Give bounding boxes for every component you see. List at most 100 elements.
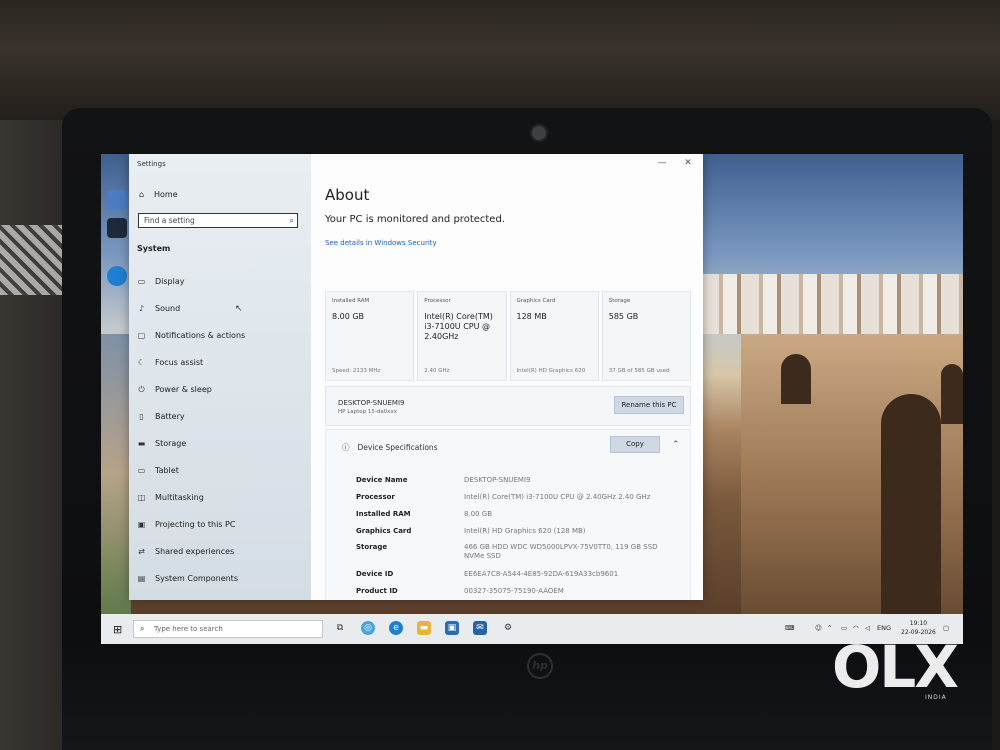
processor-card: Processor Intel(R) Core(TM) i3-7100U CPU… bbox=[417, 291, 507, 381]
sidebar-item-label: Power & sleep bbox=[155, 384, 212, 394]
mail-icon[interactable]: ✉ bbox=[473, 621, 487, 635]
file-explorer-icon[interactable]: ▬ bbox=[417, 621, 431, 635]
nav-home[interactable]: ⌂ Home bbox=[137, 190, 178, 199]
spec-row: Device Name DESKTOP-SNUEMI9 bbox=[356, 476, 674, 485]
nav-home-label: Home bbox=[154, 190, 178, 199]
settings-gear-icon[interactable]: ⚙ bbox=[501, 621, 515, 635]
focus-assist-icon: ☾ bbox=[137, 357, 146, 367]
spec-row: Product ID 00327-35075-75190-AAOEM bbox=[356, 587, 674, 596]
projecting-icon: ▣ bbox=[137, 519, 146, 529]
battery-tray-icon[interactable]: ▭ bbox=[841, 624, 847, 632]
sidebar-item-sound[interactable]: ♪ Sound bbox=[137, 301, 180, 315]
desktop-shortcut-icon[interactable] bbox=[107, 190, 127, 210]
spec-cards: Installed RAM 8.00 GB Speed: 2133 MHz Pr… bbox=[325, 291, 691, 381]
battery-icon: ▯ bbox=[139, 411, 144, 421]
spec-key: Processor bbox=[356, 493, 395, 501]
hp-logo: hp bbox=[527, 653, 553, 679]
sidebar-item-battery[interactable]: ▯ Battery bbox=[137, 409, 185, 423]
device-model: HP Laptop 15-da0xxx bbox=[338, 409, 397, 415]
spec-value: EE6EA7C8-A544-4E85-92DA-619A33cb9601 bbox=[464, 570, 619, 578]
storage-icon: ▬ bbox=[137, 438, 146, 448]
taskbar-search-input[interactable]: ⌕ Type here to search bbox=[133, 620, 323, 638]
card-footer: Speed: 2133 MHz bbox=[332, 368, 381, 374]
sidebar-item-notifications[interactable]: ▢ Notifications & actions bbox=[137, 328, 245, 342]
keyboard-icon[interactable]: ⌨ bbox=[785, 624, 794, 632]
close-icon[interactable]: ✕ bbox=[681, 158, 695, 168]
wallpaper-town bbox=[701, 274, 963, 334]
people-icon[interactable]: ☺ bbox=[815, 624, 822, 632]
spec-row: Processor Intel(R) Core(TM) i3-7100U CPU… bbox=[356, 493, 674, 502]
notification-center-icon[interactable]: ▢ bbox=[943, 624, 949, 632]
spec-key: Graphics Card bbox=[356, 527, 412, 535]
chevron-up-icon[interactable]: ⌃ bbox=[672, 440, 680, 450]
specs-heading: Device Specifications bbox=[357, 443, 438, 452]
sidebar-item-focus-assist[interactable]: ☾ Focus assist bbox=[137, 355, 203, 369]
sidebar-item-label: Focus assist bbox=[155, 357, 204, 367]
cortana-icon[interactable]: ◎ bbox=[361, 621, 375, 635]
copy-button[interactable]: Copy bbox=[610, 436, 660, 453]
rename-pc-button[interactable]: Rename this PC bbox=[614, 396, 684, 414]
sidebar-item-system-components[interactable]: ▤ System Components bbox=[137, 571, 238, 585]
spec-value: Intel(R) Core(TM) i3-7100U CPU @ 2.40GHz… bbox=[464, 493, 651, 501]
device-name-box: DESKTOP-SNUEMI9 HP Laptop 15-da0xxx Rena… bbox=[325, 386, 691, 426]
edge-browser-icon[interactable] bbox=[107, 266, 127, 286]
device-name: DESKTOP-SNUEMI9 bbox=[338, 399, 405, 407]
language-indicator[interactable]: ENG bbox=[877, 624, 891, 632]
spec-key: Storage bbox=[356, 543, 388, 551]
sidebar-item-shared-experiences[interactable]: ⇄ Shared experiences bbox=[137, 544, 234, 558]
sidebar-item-label: Multitasking bbox=[155, 492, 204, 502]
card-label: Graphics Card bbox=[516, 298, 556, 304]
sidebar-item-label: Storage bbox=[155, 438, 187, 448]
windows-security-link[interactable]: See details in Windows Security bbox=[325, 239, 437, 247]
ram-card: Installed RAM 8.00 GB Speed: 2133 MHz bbox=[325, 291, 415, 381]
taskbar-search-placeholder: Type here to search bbox=[154, 625, 223, 633]
spec-row: Installed RAM 8.00 GB bbox=[356, 510, 674, 519]
sidebar-item-label: System Components bbox=[155, 573, 238, 583]
sidebar-item-tablet[interactable]: ▭ Tablet bbox=[137, 463, 179, 477]
sidebar-item-label: Battery bbox=[155, 411, 185, 421]
home-icon: ⌂ bbox=[138, 190, 145, 199]
windows-start-icon[interactable]: ⊞ bbox=[113, 623, 122, 636]
sidebar-item-label: Projecting to this PC bbox=[155, 519, 236, 529]
specs-header[interactable]: ⓘ Device Specifications bbox=[342, 442, 438, 453]
settings-sidebar: Settings ⌂ Home Find a setting ⌕ System … bbox=[129, 154, 311, 600]
sidebar-item-multitasking[interactable]: ◫ Multitasking bbox=[137, 490, 204, 504]
sidebar-item-projecting[interactable]: ▣ Projecting to this PC bbox=[137, 517, 236, 531]
wallpaper-bridge bbox=[741, 334, 963, 614]
search-icon: ⌕ bbox=[289, 216, 294, 225]
spec-row: Storage 466 GB HDD WDC WD5000LPVX-75V0TT… bbox=[356, 543, 674, 561]
edge-icon[interactable]: e bbox=[389, 621, 403, 635]
sidebar-item-power-sleep[interactable]: ⏻ Power & sleep bbox=[137, 382, 212, 396]
card-label: Storage bbox=[608, 298, 631, 304]
storage-card: Storage 585 GB 37 GB of 585 GB used bbox=[601, 291, 691, 381]
store-icon[interactable]: ▣ bbox=[445, 621, 459, 635]
chevron-up-icon[interactable]: ⌃ bbox=[827, 624, 832, 632]
card-footer: 2.40 GHz bbox=[424, 368, 450, 374]
system-components-icon: ▤ bbox=[137, 573, 146, 583]
task-view-icon[interactable]: ⧉ bbox=[333, 621, 347, 635]
volume-icon[interactable]: ◁ bbox=[865, 624, 870, 632]
sidebar-item-storage[interactable]: ▬ Storage bbox=[137, 436, 187, 450]
device-specifications: ⓘ Device Specifications Copy ⌃ Device Na… bbox=[325, 429, 691, 600]
card-value: 585 GB bbox=[608, 312, 639, 321]
wifi-icon[interactable]: ◠ bbox=[853, 624, 859, 632]
spec-value: 8.00 GB bbox=[464, 510, 493, 518]
card-label: Processor bbox=[424, 298, 451, 304]
webcam bbox=[530, 124, 548, 142]
sound-icon: ♪ bbox=[138, 303, 145, 313]
power-icon: ⏻ bbox=[138, 384, 145, 394]
window-title: Settings bbox=[137, 160, 166, 168]
find-setting-placeholder: Find a setting bbox=[144, 216, 195, 225]
background-left bbox=[0, 120, 70, 750]
notifications-icon: ▢ bbox=[137, 330, 146, 340]
find-setting-input[interactable]: Find a setting ⌕ bbox=[138, 213, 298, 228]
olx-watermark: OLX bbox=[832, 633, 959, 701]
spec-value: 00327-35075-75190-AAOEM bbox=[464, 587, 564, 595]
nav-category-label: System bbox=[137, 244, 171, 253]
desktop-shortcut-icon[interactable] bbox=[107, 218, 127, 238]
minimize-icon[interactable]: — bbox=[655, 158, 669, 168]
spec-value: DESKTOP-SNUEMI9 bbox=[464, 476, 531, 484]
sidebar-item-display[interactable]: ▭ Display bbox=[137, 274, 185, 288]
search-icon: ⌕ bbox=[140, 624, 145, 633]
mouse-cursor-icon: ↖ bbox=[235, 304, 243, 314]
